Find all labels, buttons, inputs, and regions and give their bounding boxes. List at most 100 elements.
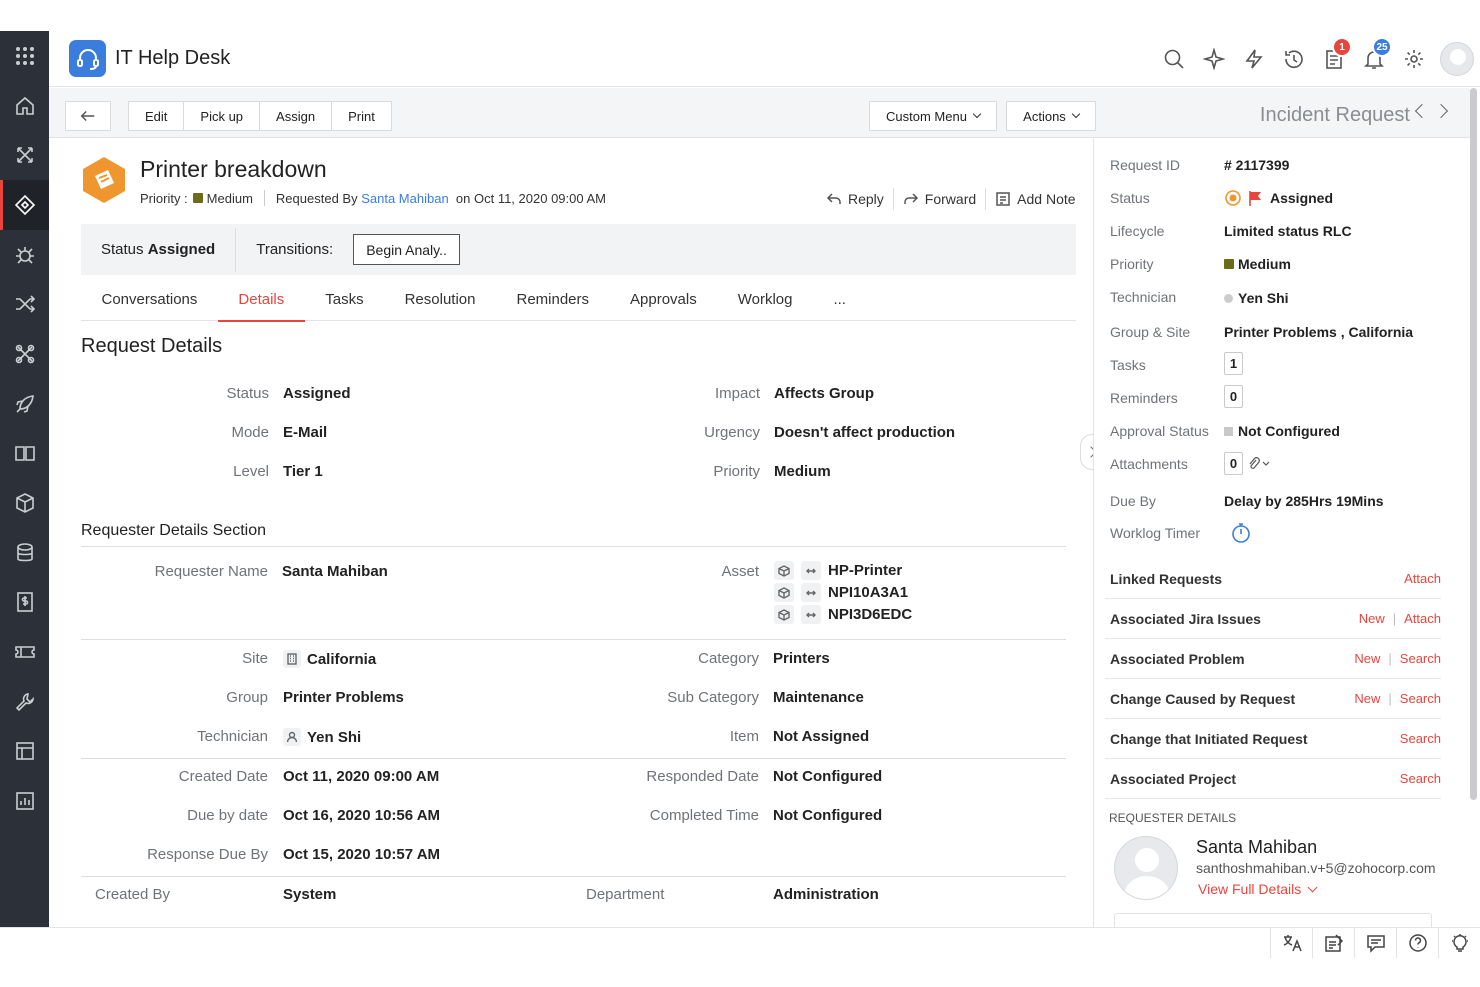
notes-icon[interactable] bbox=[1312, 928, 1354, 958]
approval-status-value: Not Configured bbox=[1224, 423, 1340, 439]
sparkle-icon[interactable] bbox=[1194, 39, 1234, 79]
dollar-icon[interactable] bbox=[0, 578, 49, 628]
tab-tasks[interactable]: Tasks bbox=[305, 277, 384, 321]
priority-label: Priority : bbox=[140, 190, 188, 206]
new-link[interactable]: New bbox=[1354, 651, 1380, 666]
bell-icon[interactable]: 25 bbox=[1354, 37, 1394, 79]
search-icon[interactable] bbox=[1154, 39, 1194, 79]
asset-item[interactable]: NPI3D6EDC bbox=[774, 605, 912, 624]
add-note-button[interactable]: Add Note bbox=[986, 191, 1084, 207]
pick-up-button[interactable]: Pick up bbox=[184, 101, 261, 131]
print-button[interactable]: Print bbox=[332, 101, 392, 131]
status-bar: Status Assigned Transitions: Begin Analy… bbox=[81, 224, 1076, 275]
tasks-count[interactable]: 1 bbox=[1224, 352, 1243, 375]
requests-badge: 1 bbox=[1332, 37, 1352, 57]
view-full-details-label: View Full Details bbox=[1198, 881, 1302, 897]
created-by-value: System bbox=[283, 886, 337, 903]
change-initiated-label: Change that Initiated Request bbox=[1110, 730, 1308, 747]
search-link[interactable]: Search bbox=[1400, 771, 1441, 786]
box-icon[interactable] bbox=[0, 478, 49, 528]
requester-link[interactable]: Santa Mahiban bbox=[361, 191, 448, 206]
assign-button[interactable]: Assign bbox=[260, 101, 333, 131]
tab-details[interactable]: Details bbox=[217, 277, 305, 322]
request-id-label: Request ID bbox=[1110, 157, 1181, 173]
search-link[interactable]: Search bbox=[1400, 651, 1441, 666]
begin-analysis-button[interactable]: Begin Analy.. bbox=[353, 234, 460, 265]
attachments-count[interactable]: 0 bbox=[1224, 452, 1243, 475]
actions-button[interactable]: Actions bbox=[1006, 101, 1096, 131]
reminders-count[interactable]: 0 bbox=[1224, 385, 1243, 408]
group-site-value: Printer Problems , California bbox=[1224, 324, 1414, 340]
arrow-left-icon bbox=[80, 110, 95, 122]
attach-link[interactable]: Attach bbox=[1404, 571, 1441, 586]
back-button[interactable] bbox=[65, 101, 111, 131]
transitions-label: Transitions: bbox=[256, 241, 334, 258]
responded-date-label: Responded Date bbox=[646, 768, 759, 785]
bulb-icon[interactable] bbox=[1438, 928, 1480, 958]
page-scrollbar[interactable] bbox=[1470, 88, 1477, 800]
technician-label: Technician bbox=[197, 728, 268, 745]
request-meta: Priority : Medium Requested By Santa Mah… bbox=[140, 190, 606, 206]
edit-button[interactable]: Edit bbox=[128, 101, 185, 131]
home-icon[interactable] bbox=[0, 81, 49, 131]
layout-icon[interactable] bbox=[0, 727, 49, 777]
search-link[interactable]: Search bbox=[1400, 691, 1441, 706]
gear-icon[interactable] bbox=[1394, 39, 1434, 79]
new-link[interactable]: New bbox=[1354, 691, 1380, 706]
stopwatch-icon[interactable] bbox=[1230, 522, 1252, 544]
ticket-icon[interactable] bbox=[0, 180, 49, 230]
asset-name: NPI10A3A1 bbox=[828, 584, 909, 601]
tab-approvals[interactable]: Approvals bbox=[610, 277, 718, 321]
bug-icon[interactable] bbox=[0, 230, 49, 280]
custom-menu-button[interactable]: Custom Menu bbox=[869, 101, 997, 131]
search-link[interactable]: Search bbox=[1400, 731, 1441, 746]
ticket-alt-icon[interactable] bbox=[0, 627, 49, 677]
impact-field-label: Impact bbox=[714, 385, 760, 402]
link-icon bbox=[801, 583, 821, 602]
bell-badge: 25 bbox=[1372, 37, 1392, 57]
user-avatar[interactable] bbox=[1440, 42, 1474, 76]
paperclip-icon[interactable] bbox=[1247, 456, 1271, 472]
tab-resolution[interactable]: Resolution bbox=[384, 277, 496, 321]
next-record-icon[interactable] bbox=[1433, 103, 1449, 119]
box-icon bbox=[774, 561, 794, 580]
tab-more[interactable]: ... bbox=[813, 277, 867, 321]
requests-icon[interactable] bbox=[0, 130, 49, 180]
book-icon[interactable] bbox=[0, 429, 49, 479]
left-nav-rail bbox=[0, 31, 49, 927]
technician-value: Yen Shi bbox=[283, 728, 361, 746]
tools-icon[interactable] bbox=[0, 329, 49, 379]
new-link[interactable]: New bbox=[1359, 611, 1385, 626]
report-icon[interactable] bbox=[0, 776, 49, 826]
forward-button[interactable]: Forward bbox=[894, 191, 985, 207]
asset-item[interactable]: NPI10A3A1 bbox=[774, 583, 908, 602]
help-icon[interactable] bbox=[1396, 928, 1438, 958]
chat-icon[interactable] bbox=[1354, 928, 1396, 958]
wrench-icon[interactable] bbox=[0, 677, 49, 727]
lightning-icon[interactable] bbox=[1234, 39, 1274, 79]
tab-conversations[interactable]: Conversations bbox=[81, 277, 218, 321]
asset-item[interactable]: HP-Printer bbox=[774, 561, 902, 580]
approval-status-label: Approval Status bbox=[1110, 423, 1209, 439]
toolbar-button-group: Edit Pick up Assign Print bbox=[128, 101, 392, 131]
requester-name-label: Requester Name bbox=[154, 563, 268, 580]
approval-status-text: Not Configured bbox=[1238, 423, 1340, 439]
attach-link[interactable]: Attach bbox=[1404, 611, 1441, 626]
requests-icon[interactable]: 1 bbox=[1314, 37, 1354, 79]
priority-text: Medium bbox=[1238, 256, 1291, 272]
app-logo[interactable] bbox=[69, 40, 106, 77]
history-icon[interactable] bbox=[1274, 39, 1314, 79]
tab-reminders[interactable]: Reminders bbox=[496, 277, 610, 321]
tab-worklog[interactable]: Worklog bbox=[717, 277, 813, 321]
shuffle-icon[interactable] bbox=[0, 279, 49, 329]
rocket-icon[interactable] bbox=[0, 379, 49, 429]
view-full-details-link[interactable]: View Full Details bbox=[1198, 881, 1318, 897]
box-icon bbox=[774, 605, 794, 624]
translate-icon[interactable] bbox=[1270, 928, 1312, 958]
reply-button[interactable]: Reply bbox=[817, 191, 893, 207]
apps-grid-icon[interactable] bbox=[0, 31, 49, 81]
sub-category-label: Sub Category bbox=[667, 689, 759, 706]
database-icon[interactable] bbox=[0, 528, 49, 578]
requested-by-label: Requested By bbox=[275, 190, 358, 206]
previous-record-icon[interactable] bbox=[1414, 103, 1430, 119]
